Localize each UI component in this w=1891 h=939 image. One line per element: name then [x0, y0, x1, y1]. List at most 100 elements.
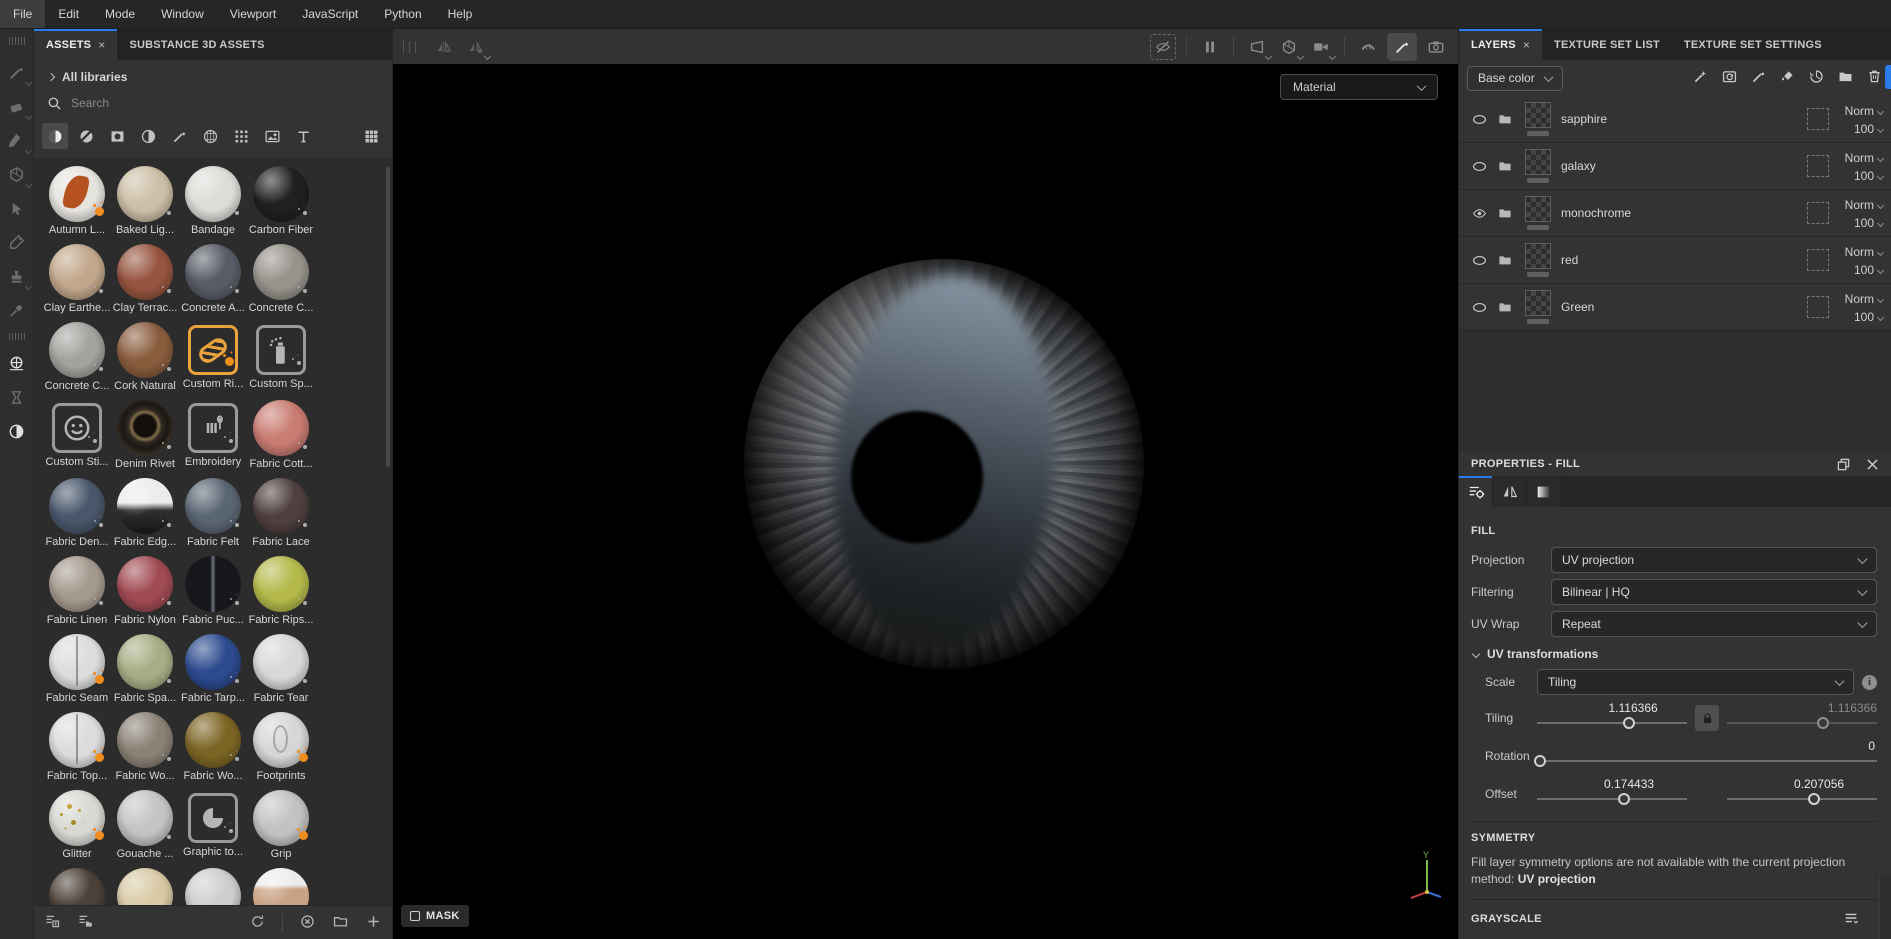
sculpt-rotate-icon[interactable] [1355, 34, 1381, 60]
properties-scrollbar-lane[interactable] [1879, 875, 1891, 939]
asset-untitled[interactable] [247, 868, 315, 905]
menu-python[interactable]: Python [371, 0, 434, 28]
tab-layers[interactable]: LAYERS × [1459, 29, 1543, 60]
material-picker-tool-icon[interactable] [3, 262, 32, 291]
asset-concrete-c[interactable]: Concrete C... [43, 322, 111, 400]
close-icon[interactable] [1866, 458, 1879, 471]
text-filter-icon[interactable] [290, 123, 316, 149]
search-input[interactable] [71, 96, 291, 110]
asset-glitter[interactable]: Glitter [43, 790, 111, 868]
menu-viewport[interactable]: Viewport [217, 0, 289, 28]
menu-help[interactable]: Help [435, 0, 486, 28]
tiling-y-slider[interactable]: 1.116366 [1727, 701, 1877, 735]
asset-concrete-a[interactable]: Concrete A... [179, 244, 247, 322]
asset-fabric-tear[interactable]: Fabric Tear [247, 634, 315, 712]
blend-mode-value[interactable]: Norm [1845, 104, 1874, 118]
asset-graphic-to[interactable]: Graphic to... [179, 790, 247, 868]
asset-fabric-rips[interactable]: Fabric Rips... [247, 556, 315, 634]
visibility-off-icon[interactable] [1469, 252, 1489, 269]
tab-texture-set-settings[interactable]: TEXTURE SET SETTINGS [1672, 29, 1834, 60]
asset-fabric-seam[interactable]: Fabric Seam [43, 634, 111, 712]
close-tab-icon[interactable]: × [1523, 38, 1530, 52]
asset-autumn-l[interactable]: Autumn L... [43, 166, 111, 244]
asset-untitled[interactable] [179, 868, 247, 905]
pause-engine-icon[interactable] [1197, 34, 1223, 60]
add-fill-icon[interactable] [1779, 68, 1796, 88]
layer-name[interactable]: sapphire [1561, 112, 1607, 126]
delete-layer-icon[interactable] [1866, 68, 1883, 88]
viewport-3d-canvas[interactable]: Material MASK Y [393, 64, 1458, 939]
slider-handle[interactable] [1808, 793, 1820, 805]
mask-view-tool-icon[interactable] [3, 417, 31, 445]
slider-handle[interactable] [1622, 717, 1635, 729]
tab-material-properties[interactable] [1459, 476, 1493, 507]
layer-mask-slot[interactable] [1807, 155, 1829, 177]
lock-ratio-button[interactable] [1695, 705, 1719, 731]
assets-scrollbar[interactable] [386, 167, 390, 467]
layer-thumbnail[interactable] [1525, 290, 1551, 316]
asset-fabric-top[interactable]: Fabric Top... [43, 712, 111, 790]
layer-mask-slot[interactable] [1807, 108, 1829, 130]
opacity-value[interactable]: 100 [1854, 216, 1874, 230]
scale-dropdown[interactable]: Tiling [1537, 669, 1854, 695]
asset-denim-rivet[interactable]: Denim Rivet [111, 400, 179, 478]
visibility-off-icon[interactable] [1469, 158, 1489, 175]
paint-mode-icon[interactable] [1387, 32, 1417, 61]
screenshot-camera-icon[interactable] [1423, 34, 1449, 60]
slider-handle[interactable] [1817, 717, 1829, 729]
asset-fabric-felt[interactable]: Fabric Felt [179, 478, 247, 556]
tab-symmetry[interactable] [1493, 476, 1527, 507]
asset-fabric-cott[interactable]: Fabric Cott... [247, 400, 315, 478]
close-tab-icon[interactable]: × [98, 38, 105, 52]
menu-window[interactable]: Window [148, 0, 217, 28]
asset-fabric-puc[interactable]: Fabric Puc... [179, 556, 247, 634]
layer-thumbnail[interactable] [1525, 102, 1551, 128]
add-group-folder-icon[interactable] [1837, 68, 1854, 88]
asset-custom-sp[interactable]: Custom Sp... [247, 322, 315, 400]
layer-row-galaxy[interactable]: galaxy Norm 100 [1459, 143, 1891, 190]
layer-name[interactable]: galaxy [1561, 159, 1596, 173]
brushes-filter-icon[interactable] [166, 123, 192, 149]
asset-fabric-lace[interactable]: Fabric Lace [247, 478, 315, 556]
opacity-value[interactable]: 100 [1854, 122, 1874, 136]
asset-fabric-tarp[interactable]: Fabric Tarp... [179, 634, 247, 712]
eraser-tool-icon[interactable] [3, 92, 32, 121]
asset-clay-earthe[interactable]: Clay Earthe... [43, 244, 111, 322]
slider-handle[interactable] [1534, 755, 1547, 767]
materials-filter-icon[interactable] [42, 123, 68, 149]
projection-tool-icon[interactable] [3, 126, 32, 155]
mask-indicator[interactable]: MASK [401, 905, 469, 927]
menu-file[interactable]: File [0, 0, 46, 28]
blend-mode-value[interactable]: Norm [1845, 198, 1874, 212]
smudge-tool-icon[interactable] [3, 194, 31, 222]
layer-row-sapphire[interactable]: sapphire Norm 100 [1459, 96, 1891, 143]
uv-transformations-toggle[interactable]: UV transformations [1471, 647, 1877, 661]
clear-filter-icon[interactable] [299, 913, 316, 933]
projection-dropdown[interactable]: UV projection [1551, 547, 1877, 573]
slider-handle[interactable] [1618, 793, 1630, 805]
asset-fabric-edg[interactable]: Fabric Edg... [111, 478, 179, 556]
channel-dropdown[interactable]: Base color [1467, 65, 1563, 91]
asset-fabric-wo[interactable]: Fabric Wo... [111, 712, 179, 790]
layer-name[interactable]: red [1561, 253, 1578, 267]
axis-gizmo[interactable]: Y [1401, 848, 1453, 904]
asset-untitled[interactable] [111, 868, 179, 905]
asset-grip[interactable]: Grip [247, 790, 315, 868]
asset-clay-terrac[interactable]: Clay Terrac... [111, 244, 179, 322]
blend-mode-value[interactable]: Norm [1845, 245, 1874, 259]
asset-fabric-nylon[interactable]: Fabric Nylon [111, 556, 179, 634]
filtering-dropdown[interactable]: Bilinear | HQ [1551, 579, 1877, 605]
add-smart-material-icon[interactable] [1808, 68, 1825, 88]
new-folder-icon[interactable] [332, 913, 349, 933]
offset-y-slider[interactable]: 0.207056 [1727, 777, 1877, 811]
asset-gouache[interactable]: Gouache ... [111, 790, 179, 868]
layer-name[interactable]: monochrome [1561, 206, 1631, 220]
layer-row-Green[interactable]: Green Norm 100 [1459, 284, 1891, 331]
layer-thumbnail[interactable] [1525, 243, 1551, 269]
clone-tool-icon[interactable] [3, 228, 31, 256]
tab-gradient[interactable] [1527, 476, 1561, 507]
particles-tool-icon[interactable] [3, 383, 31, 411]
layer-name[interactable]: Green [1561, 300, 1594, 314]
menu-edit[interactable]: Edit [45, 0, 92, 28]
asset-custom-sti[interactable]: Custom Sti... [43, 400, 111, 478]
